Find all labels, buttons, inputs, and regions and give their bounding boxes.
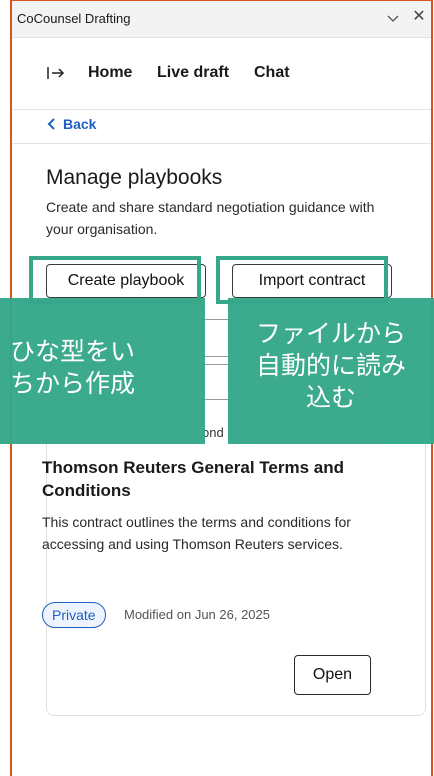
- annotation-line: 込む: [305, 383, 356, 412]
- modified-date: Modified on Jun 26, 2025: [124, 607, 270, 622]
- top-nav: Home Live draft Chat: [12, 37, 431, 110]
- partial-text: ond: [202, 425, 224, 440]
- highlight-import: [216, 256, 388, 304]
- annotation-import: ファイルから 自動的に読み 込む: [228, 298, 434, 444]
- close-icon[interactable]: ✕: [411, 9, 427, 25]
- nav-live-draft[interactable]: Live draft: [157, 64, 229, 82]
- page-description: Create and share standard negotiation gu…: [46, 199, 375, 237]
- divider: [12, 143, 431, 144]
- annotation-line: ちから作成: [10, 369, 136, 398]
- back-link[interactable]: Back: [47, 115, 96, 133]
- status-badge: Private: [42, 602, 106, 628]
- chevron-down-icon[interactable]: [385, 10, 401, 26]
- playbook-description: This contract outlines the terms and con…: [42, 514, 351, 552]
- open-button[interactable]: Open: [294, 655, 371, 695]
- annotation-create: ひな型をい ちから作成: [0, 298, 205, 444]
- playbook-title: Thomson Reuters General Terms and Condit…: [42, 458, 344, 500]
- annotation-line: 自動的に読み: [255, 351, 406, 380]
- window-title: CoCounsel Drafting: [17, 11, 131, 26]
- annotation-line: ファイルから: [255, 319, 406, 348]
- title-bar: CoCounsel Drafting ✕: [12, 1, 431, 38]
- chevron-left-icon: [47, 118, 55, 130]
- collapse-icon[interactable]: [46, 65, 66, 81]
- nav-home[interactable]: Home: [88, 64, 132, 82]
- highlight-create: [29, 256, 201, 304]
- nav-chat[interactable]: Chat: [254, 64, 290, 82]
- annotation-line: ひな型をい: [10, 337, 136, 366]
- page-title: Manage playbooks: [46, 166, 223, 189]
- back-label: Back: [63, 116, 97, 132]
